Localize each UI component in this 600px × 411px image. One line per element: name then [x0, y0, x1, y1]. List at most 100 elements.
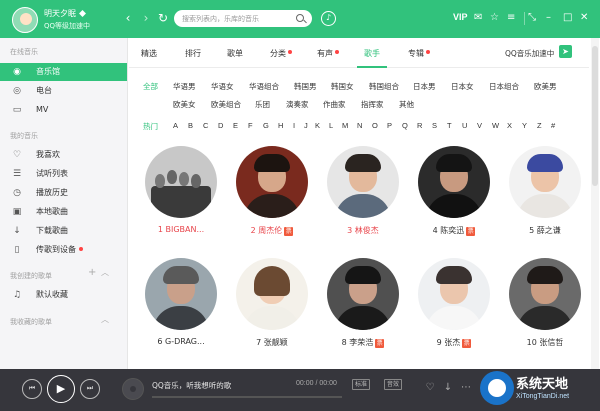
sound-effect-button[interactable]: 音效	[384, 379, 403, 390]
letter-hot[interactable]: 热门	[143, 121, 158, 132]
singer-name[interactable]: 1 BIGBAN...	[139, 225, 223, 234]
listen-together-label[interactable]: QQ音乐加速中	[505, 48, 554, 59]
filter-option[interactable]: 日本女	[451, 81, 474, 92]
filter-option[interactable]: 韩国组合	[369, 81, 399, 92]
sidebar-item-music-hall[interactable]: ◉ 音乐馆	[0, 63, 127, 81]
sidebar-item-mv[interactable]: ▭ MV	[0, 101, 127, 119]
filter-option[interactable]: 乐团	[255, 99, 270, 110]
close-icon[interactable]: ✕	[580, 11, 588, 25]
previous-button[interactable]: ⏮	[22, 379, 42, 399]
singer-photo[interactable]	[145, 258, 217, 330]
singer-photo[interactable]	[327, 258, 399, 330]
letter-index[interactable]: J	[304, 121, 308, 130]
filter-option[interactable]: 日本男	[413, 81, 436, 92]
sidebar-item-radio[interactable]: ◎ 电台	[0, 82, 127, 100]
sidebar-item-local[interactable]: ▣ 本地歌曲	[0, 203, 127, 221]
filter-option[interactable]: 华语组合	[249, 81, 279, 92]
letter-index[interactable]: Z	[537, 121, 542, 130]
singer-name[interactable]: 2 周杰伦票	[230, 225, 314, 236]
filter-option[interactable]: 演奏家	[286, 99, 309, 110]
letter-index[interactable]: P	[387, 121, 392, 130]
search-box[interactable]: 搜索列表内，乐库的音乐	[174, 10, 312, 27]
skin-icon[interactable]: ☆	[490, 11, 499, 25]
search-input[interactable]: 搜索列表内，乐库的音乐	[182, 14, 259, 24]
singer-name[interactable]: 6 G-DRAG...	[139, 337, 223, 346]
letter-index[interactable]: N	[357, 121, 362, 130]
singer-photo[interactable]	[509, 146, 581, 218]
singer-photo[interactable]	[418, 258, 490, 330]
send-icon[interactable]: ➤	[559, 45, 572, 58]
sidebar-item-default-collection[interactable]: ♫ 默认收藏	[0, 286, 127, 304]
filter-option[interactable]: 华语女	[211, 81, 234, 92]
collapse-icon[interactable]: ︿	[101, 314, 109, 325]
singer-name[interactable]: 5 薛之谦	[503, 225, 587, 236]
filter-option[interactable]: 日本组合	[489, 81, 519, 92]
back-button[interactable]: ‹	[121, 11, 135, 25]
tab-audio[interactable]: 有声	[317, 48, 339, 59]
singer-name[interactable]: 4 陈奕迅票	[412, 225, 496, 236]
filter-option[interactable]: 作曲家	[323, 99, 346, 110]
letter-index[interactable]: S	[432, 121, 437, 130]
mail-icon[interactable]: ✉	[474, 11, 482, 25]
letter-index[interactable]: Q	[402, 121, 408, 130]
tab-categories[interactable]: 分类	[270, 48, 292, 59]
progress-bar[interactable]	[152, 396, 342, 398]
letter-index[interactable]: D	[218, 121, 223, 130]
username[interactable]: 明天夕眠	[44, 8, 86, 19]
letter-index[interactable]: V	[477, 121, 482, 130]
sidebar-item-favorites[interactable]: ♡ 我喜欢	[0, 146, 127, 164]
letter-index[interactable]: Y	[522, 121, 527, 130]
filter-option[interactable]: 欧美组合	[211, 99, 241, 110]
tab-featured[interactable]: 精选	[141, 48, 157, 59]
quality-button[interactable]: 标准	[352, 379, 371, 390]
letter-index[interactable]: H	[278, 121, 283, 130]
singer-name[interactable]: 3 林俊杰	[321, 225, 405, 236]
album-cover[interactable]	[122, 378, 144, 400]
maximize-icon[interactable]: □	[563, 11, 572, 25]
filter-option[interactable]: 华语男	[173, 81, 196, 92]
vip-button[interactable]: VIP	[453, 12, 468, 22]
more-icon[interactable]: ⋯	[459, 381, 473, 395]
add-playlist-icon[interactable]: +	[88, 267, 96, 278]
letter-index[interactable]: M	[342, 121, 348, 130]
refresh-button[interactable]: ↻	[156, 11, 170, 25]
next-button[interactable]: ⏭	[80, 379, 100, 399]
forward-button[interactable]: ›	[139, 11, 153, 25]
mini-mode-icon[interactable]: ⤡	[528, 11, 536, 25]
listen-recognize-icon[interactable]: ♪	[321, 11, 336, 26]
play-button[interactable]: ▶	[47, 375, 75, 403]
letter-index[interactable]: B	[188, 121, 193, 130]
letter-index[interactable]: R	[417, 121, 422, 130]
filter-option[interactable]: 欧美男	[534, 81, 557, 92]
singer-name[interactable]: 8 李荣浩票	[321, 337, 405, 348]
singer-name[interactable]: 10 张信哲	[503, 337, 587, 348]
letter-index[interactable]: T	[447, 121, 452, 130]
filter-option[interactable]: 其他	[399, 99, 414, 110]
singer-photo[interactable]	[418, 146, 490, 218]
sidebar-item-history[interactable]: ◷ 播放历史	[0, 184, 127, 202]
filter-option[interactable]: 韩国男	[294, 81, 317, 92]
letter-index[interactable]: L	[329, 121, 333, 130]
letter-index[interactable]: G	[263, 121, 269, 130]
letter-index[interactable]: #	[551, 121, 555, 130]
like-icon[interactable]: ♡	[423, 381, 437, 395]
singer-photo[interactable]	[236, 146, 308, 218]
search-icon[interactable]	[296, 14, 304, 22]
letter-index[interactable]: F	[248, 121, 253, 130]
sidebar-item-trial-list[interactable]: ☰ 试听列表	[0, 165, 127, 183]
letter-index[interactable]: U	[462, 121, 467, 130]
sidebar-item-transfer[interactable]: ▯ 传歌到设备	[0, 241, 127, 259]
letter-index[interactable]: E	[233, 121, 238, 130]
singer-name[interactable]: 7 张靓颖	[230, 337, 314, 348]
singer-photo[interactable]	[509, 258, 581, 330]
letter-index[interactable]: K	[315, 121, 320, 130]
filter-option[interactable]: 韩国女	[331, 81, 354, 92]
collapse-icon[interactable]: ︿	[101, 267, 109, 278]
letter-index[interactable]: O	[372, 121, 378, 130]
scrollbar[interactable]	[591, 38, 599, 369]
tab-charts[interactable]: 排行	[185, 48, 201, 59]
filter-option[interactable]: 指挥家	[361, 99, 384, 110]
tab-albums[interactable]: 专辑	[408, 48, 430, 59]
user-level[interactable]: QQ等级加速中	[44, 21, 90, 31]
filter-all[interactable]: 全部	[143, 81, 158, 92]
